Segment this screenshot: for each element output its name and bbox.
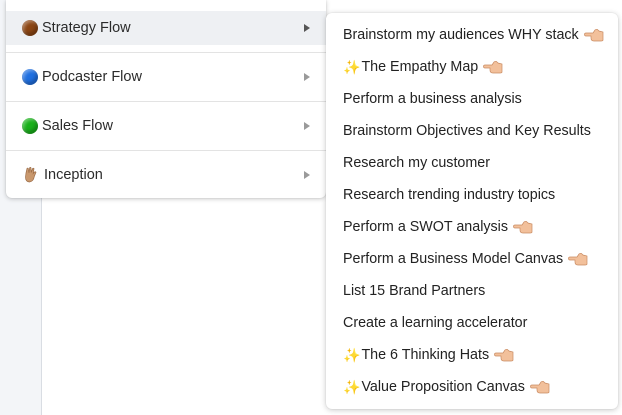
flow-menu: Strategy Flow Podcaster Flow Sales Flow … <box>6 0 326 198</box>
chevron-right-icon <box>304 171 310 179</box>
pointing-left-icon <box>530 380 550 394</box>
submenu-item[interactable]: Brainstorm Objectives and Key Results <box>326 117 618 145</box>
chevron-right-icon <box>304 122 310 130</box>
menu-item-podcaster-flow[interactable]: Podcaster Flow <box>6 60 326 94</box>
pointing-left-icon <box>494 348 514 362</box>
submenu-item-label: Create a learning accelerator <box>343 315 528 331</box>
menu-item-inception[interactable]: Inception <box>6 158 326 192</box>
submenu-item-label: List 15 Brand Partners <box>343 283 486 299</box>
sparkle-icon: ✨ <box>343 346 361 363</box>
submenu-item-label: Perform a Business Model Canvas <box>343 251 564 267</box>
submenu-item-label: Perform a SWOT analysis <box>343 219 508 235</box>
submenu-item[interactable]: Create a learning accelerator <box>326 309 618 337</box>
submenu-item-label: The Empathy Map <box>361 59 479 75</box>
submenu-item[interactable]: Research trending industry topics <box>326 181 618 209</box>
menu-divider <box>6 150 326 151</box>
sparkle-icon: ✨ <box>343 58 361 75</box>
submenu-item[interactable]: ✨ Value Proposition Canvas <box>326 373 618 401</box>
pointing-left-icon <box>568 252 588 266</box>
green-circle-icon <box>22 118 38 134</box>
chevron-right-icon <box>304 24 310 32</box>
submenu-item-label: Perform a business analysis <box>343 91 522 107</box>
submenu-item[interactable]: Perform a SWOT analysis <box>326 213 618 241</box>
menu-item-label: Inception <box>44 167 103 183</box>
submenu-item-label: Research my customer <box>343 155 490 171</box>
submenu-item[interactable]: Brainstorm my audiences WHY stack <box>326 21 618 49</box>
pointing-left-icon <box>513 220 533 234</box>
submenu-item-label: Value Proposition Canvas <box>361 379 525 395</box>
menu-divider <box>6 52 326 53</box>
pointing-left-icon <box>583 28 604 42</box>
submenu-item[interactable]: Perform a business analysis <box>326 85 618 113</box>
menu-item-strategy-flow[interactable]: Strategy Flow <box>6 11 326 45</box>
submenu-item-label: Brainstorm my audiences WHY stack <box>343 27 579 43</box>
menu-item-label: Podcaster Flow <box>42 69 142 85</box>
sparkle-icon: ✨ <box>343 378 361 395</box>
submenu-item-label: Research trending industry topics <box>343 187 556 203</box>
vulcan-salute-icon <box>25 167 37 183</box>
strategy-flow-submenu: Brainstorm my audiences WHY stack ✨ The … <box>326 13 618 409</box>
menu-item-label: Strategy Flow <box>42 20 131 36</box>
chevron-right-icon <box>304 73 310 81</box>
menu-item-label: Sales Flow <box>42 118 113 134</box>
submenu-item[interactable]: ✨ The Empathy Map <box>326 53 618 81</box>
menu-item-sales-flow[interactable]: Sales Flow <box>6 109 326 143</box>
blue-circle-icon <box>22 69 38 85</box>
submenu-item[interactable]: Research my customer <box>326 149 618 177</box>
submenu-item[interactable]: List 15 Brand Partners <box>326 277 618 305</box>
pointing-left-icon <box>483 60 503 74</box>
submenu-item[interactable]: ✨ The 6 Thinking Hats <box>326 341 618 369</box>
submenu-item-label: Brainstorm Objectives and Key Results <box>343 123 591 139</box>
submenu-item[interactable]: Perform a Business Model Canvas <box>326 245 618 273</box>
brown-circle-icon <box>22 20 38 36</box>
submenu-item-label: The 6 Thinking Hats <box>361 347 490 363</box>
menu-divider <box>6 101 326 102</box>
